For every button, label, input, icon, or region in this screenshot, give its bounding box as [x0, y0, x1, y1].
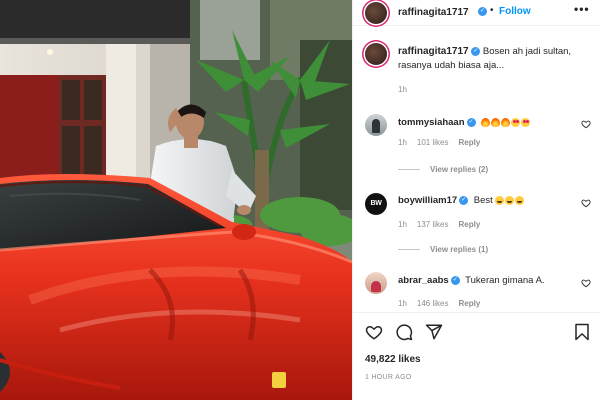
caption-username[interactable]: raffinagita1717	[398, 46, 469, 57]
comment-line: boywilliam17 ✓ Best	[398, 195, 525, 206]
caption: raffinagita1717 ✓ Bosen ah jadi sultan, …	[398, 45, 588, 73]
heart-eyes-emoji-icon	[521, 117, 531, 127]
fire-emoji-icon	[501, 117, 511, 127]
laughing-emoji-icon	[505, 195, 515, 205]
comment-like-heart-icon[interactable]	[581, 119, 591, 129]
comment-text: Best	[473, 195, 493, 206]
verified-badge-icon: ✓	[450, 275, 460, 285]
comment-time: 1h	[398, 299, 407, 308]
comment-text: Tukeran gimana A.	[465, 275, 545, 286]
view-replies-button[interactable]: View replies (2)	[398, 165, 488, 174]
comment-line: tommysiahaan ✓	[398, 117, 531, 128]
comment-username[interactable]: boywilliam17	[398, 195, 457, 206]
post-actions: 49,822 likes 1 HOUR AGO	[353, 312, 600, 400]
comment-likes[interactable]: 101 likes	[417, 138, 449, 147]
caption-time: 1h	[398, 85, 407, 94]
post-timestamp: 1 HOUR AGO	[365, 374, 412, 381]
follow-button[interactable]: Follow	[499, 6, 531, 17]
comment-likes[interactable]: 146 likes	[417, 299, 449, 308]
header-separator: •	[490, 5, 494, 16]
view-replies-button[interactable]: View replies (1)	[398, 245, 488, 254]
comment-likes[interactable]: 137 likes	[417, 220, 449, 229]
share-icon[interactable]	[425, 323, 443, 341]
commenter-avatar[interactable]	[365, 114, 387, 136]
author-username[interactable]: raffinagita1717	[398, 7, 469, 18]
comment-line: abrar_aabs ✓ Tukeran gimana A.	[398, 275, 545, 286]
commenter-avatar[interactable]: BW	[365, 193, 387, 215]
reply-button[interactable]: Reply	[458, 138, 480, 147]
caption-avatar[interactable]	[365, 43, 387, 65]
bookmark-icon[interactable]	[573, 323, 591, 341]
verified-badge-icon: ✓	[466, 117, 476, 127]
post-photo-illustration	[0, 0, 352, 400]
laughing-emoji-icon	[515, 195, 525, 205]
comment-meta: 1h 137 likes Reply	[398, 220, 490, 229]
comment-time: 1h	[398, 220, 407, 229]
comment-meta: 1h 146 likes Reply	[398, 299, 490, 308]
comment-like-heart-icon[interactable]	[581, 198, 591, 208]
verified-badge-icon: ✓	[459, 195, 469, 205]
post-photo[interactable]	[0, 0, 352, 400]
post-header: raffinagita1717 ✓ • Follow •••	[353, 0, 600, 26]
comment-username[interactable]: tommysiahaan	[398, 117, 465, 128]
comment-meta: 1h 101 likes Reply	[398, 138, 490, 147]
author-avatar[interactable]	[365, 2, 387, 24]
comment-username[interactable]: abrar_aabs	[398, 275, 449, 286]
reply-button[interactable]: Reply	[458, 299, 480, 308]
verified-badge-icon: ✓	[478, 7, 487, 16]
verified-badge-icon: ✓	[471, 46, 481, 56]
heart-icon[interactable]	[365, 323, 383, 341]
heart-eyes-emoji-icon	[511, 117, 521, 127]
post-panel: raffinagita1717 ✓ • Follow ••• raffinagi…	[352, 0, 600, 400]
fire-emoji-icon	[481, 117, 491, 127]
more-options-icon[interactable]: •••	[574, 2, 590, 16]
laughing-emoji-icon	[495, 195, 505, 205]
like-count[interactable]: 49,822 likes	[365, 354, 421, 365]
commenter-avatar[interactable]	[365, 272, 387, 294]
fire-emoji-icon	[491, 117, 501, 127]
comment-like-heart-icon[interactable]	[581, 278, 591, 288]
comment-icon[interactable]	[395, 323, 413, 341]
comment-time: 1h	[398, 138, 407, 147]
comments-list[interactable]: raffinagita1717 ✓ Bosen ah jadi sultan, …	[353, 27, 600, 312]
reply-button[interactable]: Reply	[458, 220, 480, 229]
